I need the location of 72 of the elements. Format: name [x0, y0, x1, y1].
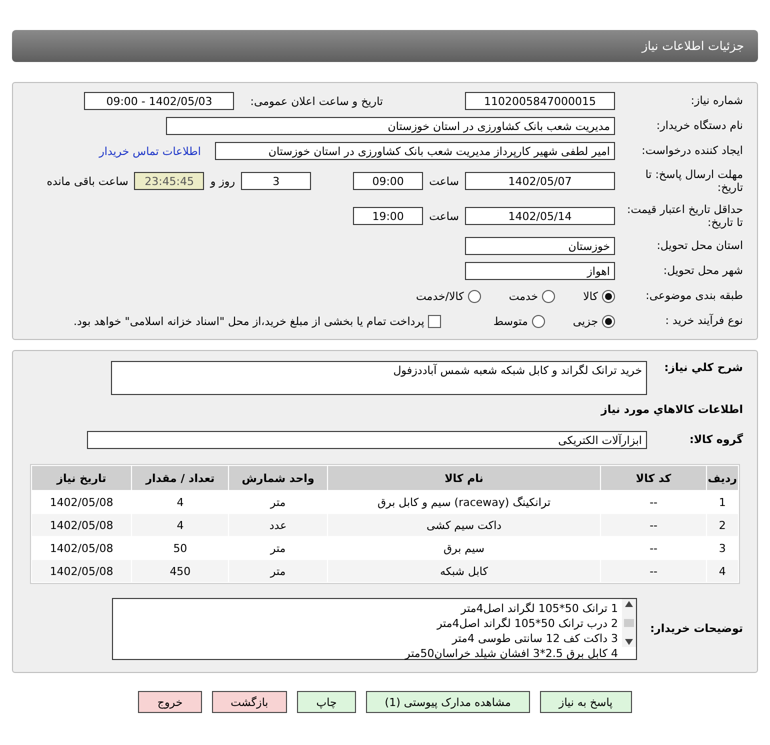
scroll-up-icon[interactable]: [625, 601, 633, 607]
field-label: شرح کلي نياز:: [663, 361, 743, 374]
column-header: نام کالا: [328, 466, 600, 490]
field-label: ایجاد کننده درخواست:: [640, 144, 743, 158]
input-field[interactable]: 1402/05/03 - 09:00: [84, 92, 234, 110]
field-label: مهلت ارسال پاسخ: تا تاریخ:: [644, 168, 743, 194]
table-cell: 2: [706, 514, 738, 536]
input-field[interactable]: خوزستان: [465, 237, 615, 255]
scroll-thumb[interactable]: [624, 619, 634, 627]
note-line: 2 درب ترانک 50*105 لگراند اصل4متر: [436, 616, 618, 631]
field-label: نام دستگاه خریدار:: [655, 119, 743, 133]
note-line: 1 ترانک 50*105 لگراند اصل4متر: [460, 601, 618, 616]
note-line: 3 داکت کف 12 سانتی طوسی 4متر: [450, 631, 618, 646]
scrollbar[interactable]: [622, 599, 636, 647]
note-line: 4 کابل برق 2.5*3 افشان شیلد خراسان50متر: [404, 646, 618, 661]
field-label: شماره نیاز:: [690, 94, 743, 108]
scroll-down-icon[interactable]: [625, 639, 633, 645]
countdown-field[interactable]: 23:45:45: [134, 172, 204, 190]
input-field[interactable]: 1402/05/07: [465, 172, 615, 190]
table-cell: داکت سیم کشی: [328, 514, 600, 536]
field-label: تاریخ و ساعت اعلان عمومی:: [250, 94, 383, 108]
action-button[interactable]: چاپ: [297, 691, 356, 713]
page-title: جزئیات اطلاعات نیاز: [642, 39, 744, 53]
table-cell: 1402/05/08: [32, 560, 132, 582]
radio-option[interactable]: کالا: [583, 290, 615, 302]
table-cell: 450: [132, 560, 228, 582]
radio-option[interactable]: خدمت: [508, 290, 556, 302]
radio-option[interactable]: متوسط: [493, 314, 545, 328]
radio-option[interactable]: جزیی: [572, 314, 615, 328]
field-label: شهر محل تحویل:: [662, 264, 743, 278]
table-cell: --: [601, 514, 706, 536]
column-header: کد کالا: [601, 466, 706, 490]
section-title: اطلاعات کالاهاي مورد نياز: [600, 402, 743, 418]
column-header: ردیف: [706, 466, 738, 490]
table-cell: متر: [229, 560, 327, 582]
description-field[interactable]: خرید ترانک لگراند و کابل شبکه شعبه شمس آباددزفول: [111, 361, 647, 395]
table-cell: عدد: [229, 514, 327, 536]
input-field[interactable]: امیر لطفی شهیر کارپرداز مدیریت شعب بانک کشاورزی در استان خوزستان: [215, 142, 615, 160]
column-header: تاریخ نیاز: [32, 466, 132, 490]
table-cell: 1402/05/08: [32, 514, 132, 536]
notes-area[interactable]: 1 ترانک 50*105 لگراند اصل4متر 2 درب ترانک 50*105 لگراند اصل4متر 3 داکت کف 12 سانتی طوسی 4متر 4 کابل برق 2.5*3 افشان شیلد خراسان50متر: [112, 598, 637, 660]
action-button[interactable]: مشاهده مدارک پیوستی (1): [366, 691, 530, 713]
column-header: تعداد / مقدار: [132, 466, 228, 490]
input-field[interactable]: 1102005847000015: [465, 92, 615, 110]
field-label: حداقل تاریخ اعتبار قیمت: تا تاریخ:: [626, 202, 743, 230]
input-field[interactable]: ابزارآلات الکتریکی: [87, 431, 647, 449]
contact-link[interactable]: اطلاعات تماس خریدار: [99, 144, 201, 158]
radio-option[interactable]: کالا/خدمت: [416, 290, 481, 302]
table-cell: 4: [132, 514, 228, 536]
input-field[interactable]: 3: [241, 172, 312, 190]
table-cell: کابل شبکه: [328, 560, 600, 582]
input-field[interactable]: مدیریت شعب بانک کشاورزی در استان خوزستان: [166, 117, 615, 135]
input-field[interactable]: 09:00: [353, 172, 424, 190]
action-button[interactable]: بازگشت: [212, 691, 288, 713]
input-field[interactable]: اهواز: [465, 262, 615, 280]
action-button[interactable]: پاسخ به نیاز: [540, 691, 632, 713]
column-header: واحد شمارش: [229, 466, 327, 490]
table-cell: --: [601, 560, 706, 582]
field-label: گروه کالا:: [688, 433, 743, 447]
field-label: ساعت باقی مانده: [46, 174, 128, 188]
field-label: استان محل تحویل:: [656, 239, 743, 253]
field-label: توضیحات خریدار:: [649, 622, 743, 636]
field-label: طبقه بندی موضوعی:: [644, 289, 743, 303]
action-button[interactable]: خروج: [138, 691, 202, 713]
input-field[interactable]: 19:00: [353, 207, 424, 225]
treasury-checkbox[interactable]: پرداخت تمام یا بخشی از مبلغ خرید،از محل "اسناد خزانه اسلامی" خواهد بود.: [74, 314, 442, 328]
table-cell: 4: [706, 560, 738, 582]
field-label: روز و: [210, 174, 236, 188]
field-label: ساعت: [429, 174, 459, 188]
input-field[interactable]: 1402/05/14: [465, 207, 615, 225]
field-label: نوع فرآیند خرید :: [664, 314, 743, 328]
field-label: ساعت: [429, 210, 459, 222]
